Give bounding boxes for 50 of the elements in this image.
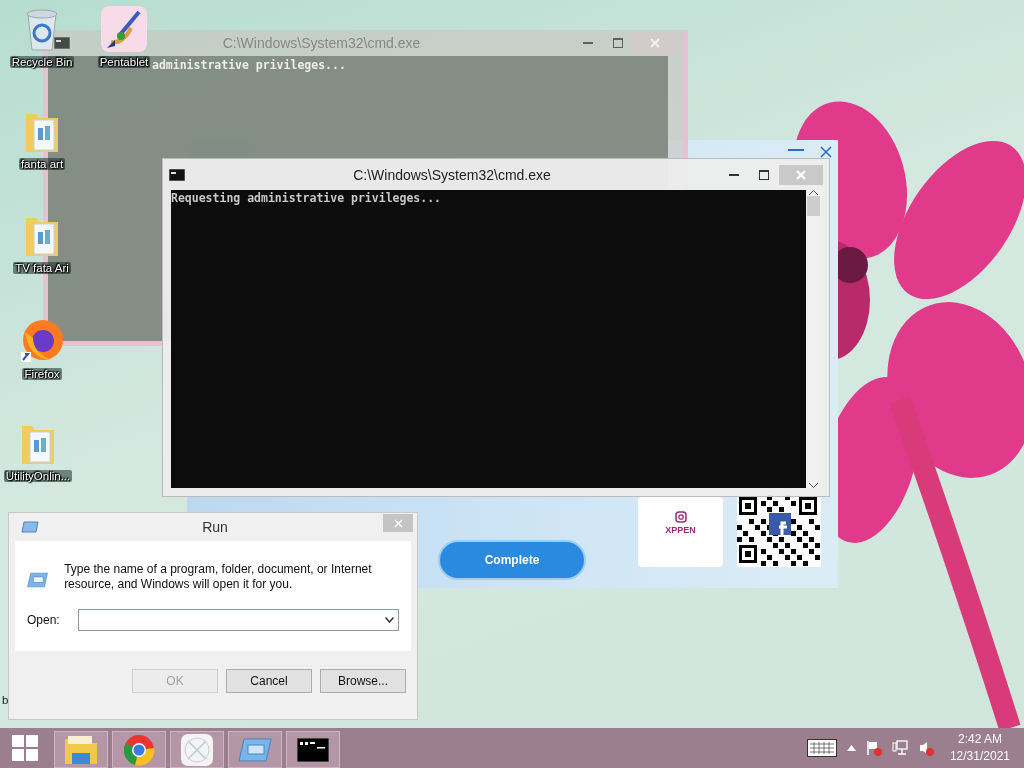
browser-icon <box>123 733 155 766</box>
close-icon <box>820 146 832 158</box>
close-button[interactable] <box>383 514 413 532</box>
flag-icon <box>865 740 882 756</box>
caret-up-icon <box>846 745 856 751</box>
browser-icon <box>19 318 65 364</box>
close-icon <box>650 38 660 48</box>
console-icon <box>169 168 185 181</box>
scroll-down-icon <box>809 482 818 488</box>
close-icon <box>796 169 806 180</box>
close-icon <box>393 518 403 528</box>
speaker-muted-icon <box>917 740 934 756</box>
clock-time[interactable]: 2:42 AM <box>957 731 1002 748</box>
maximize-icon <box>759 169 769 180</box>
console-icon <box>54 37 70 49</box>
dialog-button[interactable]: Cancel <box>226 669 312 693</box>
minimize-icon <box>583 42 593 44</box>
scroll-up-icon <box>809 190 818 196</box>
chevron-down-icon <box>385 617 394 623</box>
pen-app-icon <box>181 733 213 766</box>
clock-date[interactable]: 12/31/2021 <box>949 748 1010 765</box>
console-output: administrative privileges... <box>152 58 347 72</box>
console-output: Requesting administrative privileges... <box>171 191 443 205</box>
icon-label[interactable]: b <box>0 694 11 706</box>
window-title: C:\Windows\System32\cmd.exe <box>352 166 552 183</box>
complete-button[interactable]: Complete <box>438 540 586 580</box>
dialog-message: Type the name of a program, folder, document, or Internet resource, and Windows will open it for you. <box>64 561 373 592</box>
keyboard-button[interactable] <box>806 739 837 757</box>
maximize-icon <box>613 38 623 48</box>
minimize-icon <box>729 173 739 176</box>
folder-icon <box>64 734 98 765</box>
pen-app-icon <box>101 6 147 52</box>
card-label: XPPEN <box>665 525 696 535</box>
camera-icon <box>674 511 687 523</box>
qr-code-icon <box>737 495 821 567</box>
windows-logo-icon <box>12 735 38 761</box>
minimize-icon <box>788 146 804 154</box>
run-icon <box>238 736 272 763</box>
network-icon <box>891 740 908 756</box>
keyboard-icon <box>806 739 837 757</box>
dialog-button[interactable]: Browse... <box>320 669 406 693</box>
scroll-thumb[interactable] <box>807 196 820 216</box>
window-title: C:\Windows\System32\cmd.exe <box>221 35 422 51</box>
taskbar-button[interactable] <box>286 731 340 768</box>
console-icon <box>297 737 329 762</box>
run-icon <box>21 521 39 533</box>
scrollbar[interactable] <box>806 190 821 488</box>
open-label: Open: <box>27 613 60 627</box>
dialog-title: Run <box>201 519 229 535</box>
open-combobox[interactable] <box>77 609 399 631</box>
